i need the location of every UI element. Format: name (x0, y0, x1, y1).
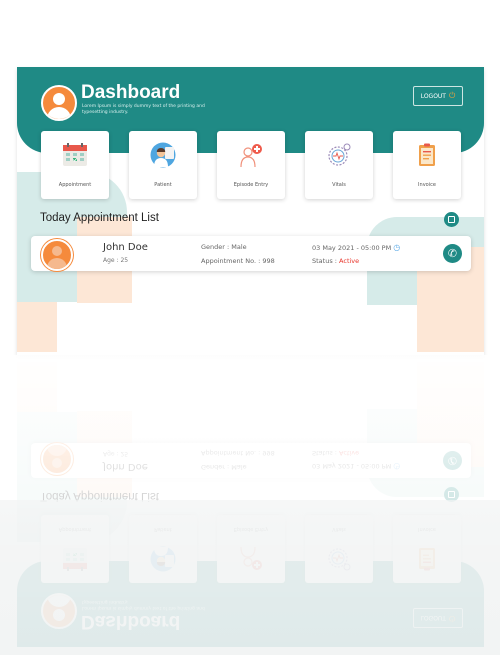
card-label: Invoice (418, 182, 436, 188)
card-label: Appointment (58, 182, 92, 188)
status-label: Status : (312, 257, 340, 265)
doctor-icon (150, 142, 176, 168)
card-label: Vitals (332, 182, 346, 188)
calendar-badge-icon[interactable] (444, 212, 459, 227)
appointment-status: Status : Active (312, 257, 359, 265)
vitals-monitor-icon (328, 143, 351, 166)
patient-gender: Gender : Male (201, 243, 247, 251)
appointment-number: Appointment No. : 998 (201, 257, 275, 265)
dashboard-screen: Dashboard Lorem Ipsum is simply dummy te… (17, 67, 484, 355)
page-subtitle: Lorem Ipsum is simply dummy text of the … (82, 104, 205, 115)
logout-button[interactable]: LOGOUT ⏻ (413, 86, 463, 106)
logout-label: LOGOUT (420, 92, 446, 100)
appointment-card[interactable]: Appointment (41, 131, 109, 199)
appointment-row[interactable]: John Doe Age : 25 Gender : Male Appointm… (31, 236, 471, 271)
power-icon: ⏻ (448, 91, 456, 100)
card-label: Episode Entry (233, 182, 269, 188)
datetime-text: 03 May 2021 - 05:00 PM (312, 244, 392, 252)
clock-icon: ◷ (393, 243, 401, 252)
invoice-card[interactable]: Invoice (393, 131, 461, 199)
patient-age: Age : 25 (103, 257, 129, 264)
patient-avatar-icon (41, 239, 73, 271)
episode-entry-card[interactable]: Episode Entry (217, 131, 285, 199)
reflection-fade (0, 355, 500, 655)
medical-plus-icon (240, 144, 262, 168)
screen-reflection: Dashboard Lorem Ipsum is simply dummy te… (0, 355, 500, 655)
patient-name: John Doe (103, 242, 148, 253)
clipboard-icon (419, 143, 435, 166)
calendar-icon (63, 143, 87, 166)
user-avatar-icon (41, 85, 77, 121)
vitals-card[interactable]: Vitals (305, 131, 373, 199)
patient-card[interactable]: Patient (129, 131, 197, 199)
appointment-datetime: 03 May 2021 - 05:00 PM ◷ (312, 243, 400, 252)
card-label: Patient (154, 182, 172, 188)
section-title: Today Appointment List (40, 212, 159, 224)
phone-icon[interactable]: ✆ (443, 244, 462, 263)
page-title: Dashboard (81, 82, 181, 103)
status-badge: Active (339, 257, 360, 265)
